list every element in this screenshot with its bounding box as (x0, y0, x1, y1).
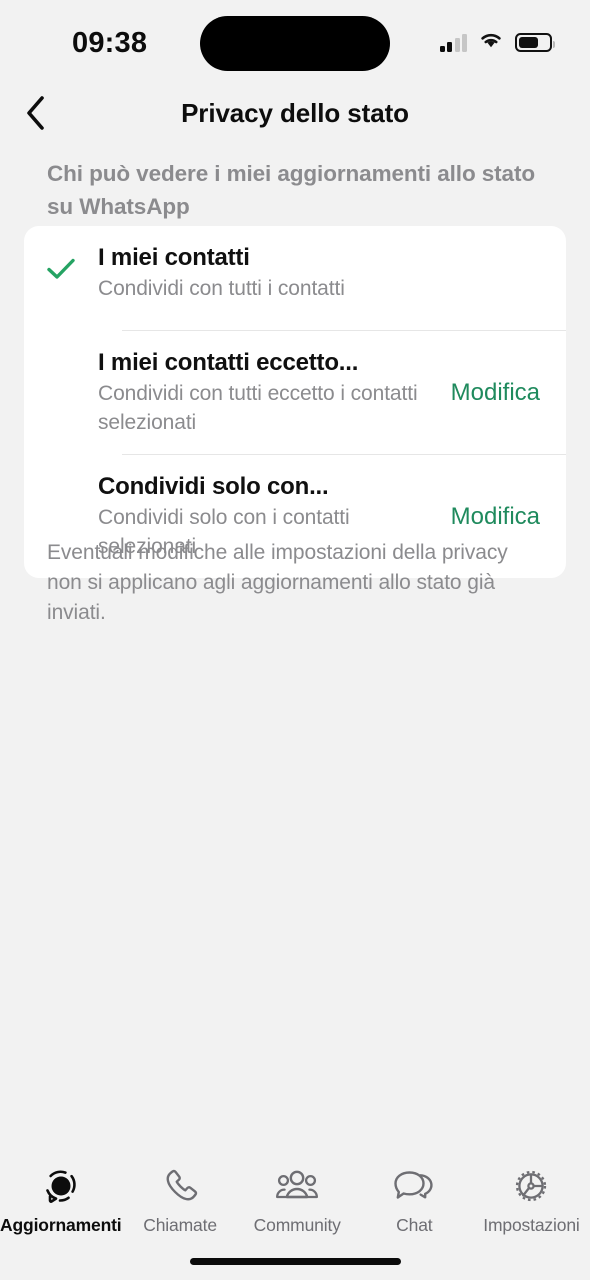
tab-label: Chat (396, 1215, 433, 1235)
phone-screen: 09:38 Privacy dello stato Chi può vedere… (0, 0, 590, 1280)
chat-bubbles-icon (391, 1164, 437, 1210)
gear-icon (509, 1164, 553, 1210)
page-title: Privacy dello stato (181, 98, 409, 128)
edit-button[interactable]: Modifica (451, 503, 566, 531)
dynamic-island (200, 16, 390, 71)
option-title: I miei contatti eccetto... (98, 349, 359, 376)
battery-icon (515, 32, 555, 52)
tab-label: Impostazioni (483, 1215, 580, 1235)
tab-label: Community (253, 1215, 341, 1235)
community-people-icon (274, 1164, 320, 1210)
tab-community[interactable]: Community (239, 1164, 356, 1236)
tab-chiamate[interactable]: Chiamate (122, 1164, 239, 1236)
tab-aggiornamenti[interactable]: Aggiornamenti (0, 1164, 122, 1236)
option-text-block: I miei contatti Condividi con tutti i co… (98, 243, 566, 304)
tab-label: Chiamate (143, 1215, 217, 1235)
cellular-signal-icon (439, 33, 467, 52)
option-row-my-contacts-except[interactable]: I miei contatti eccetto... Condividi con… (24, 331, 566, 454)
home-indicator (190, 1258, 401, 1265)
option-subtitle: Condividi con tutti i contatti (98, 277, 345, 300)
status-updates-icon (39, 1164, 83, 1210)
edit-button[interactable]: Modifica (451, 379, 566, 407)
option-subtitle: Condividi con tutti eccetto i contatti s… (98, 382, 418, 434)
privacy-options-card: I miei contatti Condividi con tutti i co… (24, 226, 566, 578)
footer-note: Eventuali modifiche alle impostazioni de… (47, 541, 508, 624)
tab-chat[interactable]: Chat (356, 1164, 473, 1236)
option-check-slot (24, 243, 98, 286)
checkmark-icon (46, 257, 76, 286)
option-row-my-contacts[interactable]: I miei contatti Condividi con tutti i co… (24, 226, 566, 330)
navigation-bar: Privacy dello stato (0, 86, 590, 146)
phone-icon (159, 1164, 201, 1210)
option-title: Condividi solo con... (98, 473, 329, 500)
status-bar-time: 09:38 (72, 27, 148, 59)
tab-impostazioni[interactable]: Impostazioni (473, 1164, 590, 1236)
wifi-icon (478, 30, 504, 54)
status-bar-indicators (439, 30, 555, 54)
section-header: Chi può vedere i miei aggiornamenti allo… (47, 161, 535, 219)
option-text-block: I miei contatti eccetto... Condividi con… (98, 348, 451, 437)
option-title: I miei contatti (98, 244, 250, 271)
tab-label: Aggiornamenti (0, 1215, 122, 1235)
option-check-slot (24, 472, 98, 486)
option-check-slot (24, 348, 98, 362)
status-bar: 09:38 (0, 0, 590, 86)
